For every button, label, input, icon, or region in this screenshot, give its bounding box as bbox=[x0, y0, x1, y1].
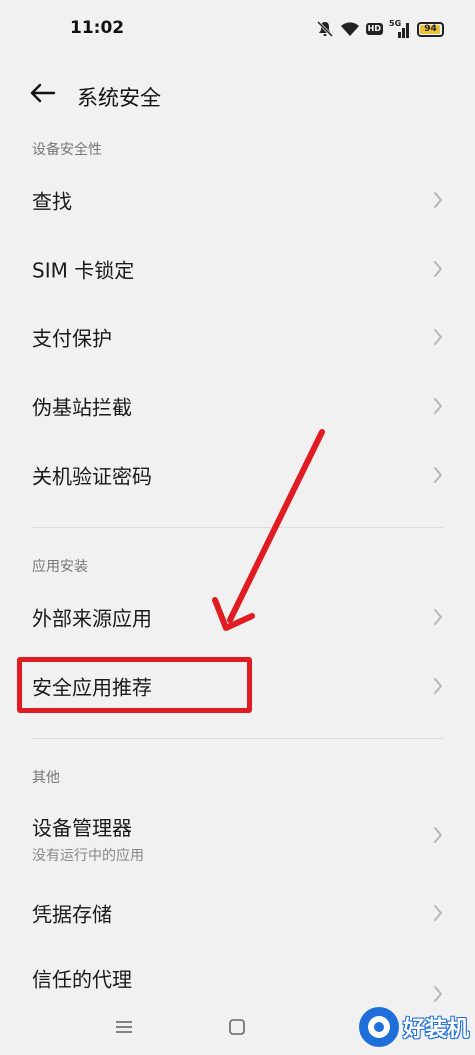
page-header: 系统安全 bbox=[0, 70, 475, 122]
chevron-right-icon bbox=[434, 192, 442, 208]
chevron-right-icon bbox=[434, 678, 442, 694]
settings-item-label: 信任的代理 bbox=[32, 967, 132, 992]
settings-item-label: 关机验证密码 bbox=[32, 464, 152, 489]
chevron-right-icon bbox=[434, 261, 442, 277]
red-arrow-annotation bbox=[212, 429, 325, 631]
section-header-other: 其他 bbox=[32, 770, 60, 786]
highlight-box-annotation bbox=[17, 657, 252, 713]
settings-item-label: 设备管理器 bbox=[32, 816, 132, 840]
menu-icon bbox=[116, 1021, 132, 1033]
watermark: 好装机 bbox=[358, 1005, 469, 1049]
status-bar: 11:02 HD 5G 94 bbox=[0, 0, 475, 60]
settings-item-label: 外部来源应用 bbox=[32, 606, 152, 631]
section-header-device-security: 设备安全性 bbox=[32, 142, 102, 158]
watermark-text: 好装机 bbox=[402, 1017, 469, 1042]
status-time: 11:02 bbox=[70, 18, 125, 38]
settings-item-sublabel: 没有运行中的应用 bbox=[32, 848, 144, 864]
signal-icon: 5G bbox=[389, 19, 411, 39]
hd-icon: HD bbox=[365, 23, 383, 35]
home-button[interactable] bbox=[222, 1015, 252, 1039]
settings-item-label: 伪基站拦截 bbox=[32, 395, 132, 420]
settings-item-find[interactable]: 查找 bbox=[0, 168, 475, 232]
chevron-right-icon bbox=[434, 905, 442, 921]
settings-item-payment-protection[interactable]: 支付保护 bbox=[0, 305, 475, 369]
settings-item-label: 凭据存储 bbox=[32, 902, 112, 927]
section-divider bbox=[32, 738, 443, 739]
menu-button[interactable] bbox=[109, 1015, 139, 1039]
mute-icon bbox=[316, 20, 334, 38]
settings-item-device-admin[interactable]: 设备管理器 没有运行中的应用 bbox=[0, 796, 475, 874]
battery-icon: 94 bbox=[417, 21, 444, 37]
settings-item-label: SIM 卡锁定 bbox=[32, 258, 135, 283]
chevron-right-icon bbox=[434, 609, 442, 625]
settings-item-credential-storage[interactable]: 凭据存储 bbox=[0, 881, 475, 945]
settings-item-label: 查找 bbox=[32, 189, 72, 214]
chevron-right-icon bbox=[434, 467, 442, 483]
settings-item-trust-agents[interactable]: 信任的代理 bbox=[0, 946, 475, 1010]
settings-item-label: 支付保护 bbox=[32, 326, 112, 351]
watermark-logo-icon bbox=[358, 1007, 399, 1047]
home-icon bbox=[229, 1019, 245, 1035]
status-icons: HD 5G 94 bbox=[316, 18, 444, 40]
chevron-right-icon bbox=[434, 329, 442, 345]
arrow-left-icon bbox=[30, 83, 56, 107]
battery-level: 94 bbox=[424, 23, 437, 34]
section-header-app-install: 应用安装 bbox=[32, 559, 88, 575]
back-button[interactable] bbox=[26, 80, 60, 110]
chevron-right-icon bbox=[434, 986, 442, 1002]
wifi-icon bbox=[340, 21, 360, 37]
settings-item-sim-lock[interactable]: SIM 卡锁定 bbox=[0, 237, 475, 301]
page-title: 系统安全 bbox=[77, 86, 161, 110]
chevron-right-icon bbox=[434, 827, 442, 843]
chevron-right-icon bbox=[434, 398, 442, 414]
